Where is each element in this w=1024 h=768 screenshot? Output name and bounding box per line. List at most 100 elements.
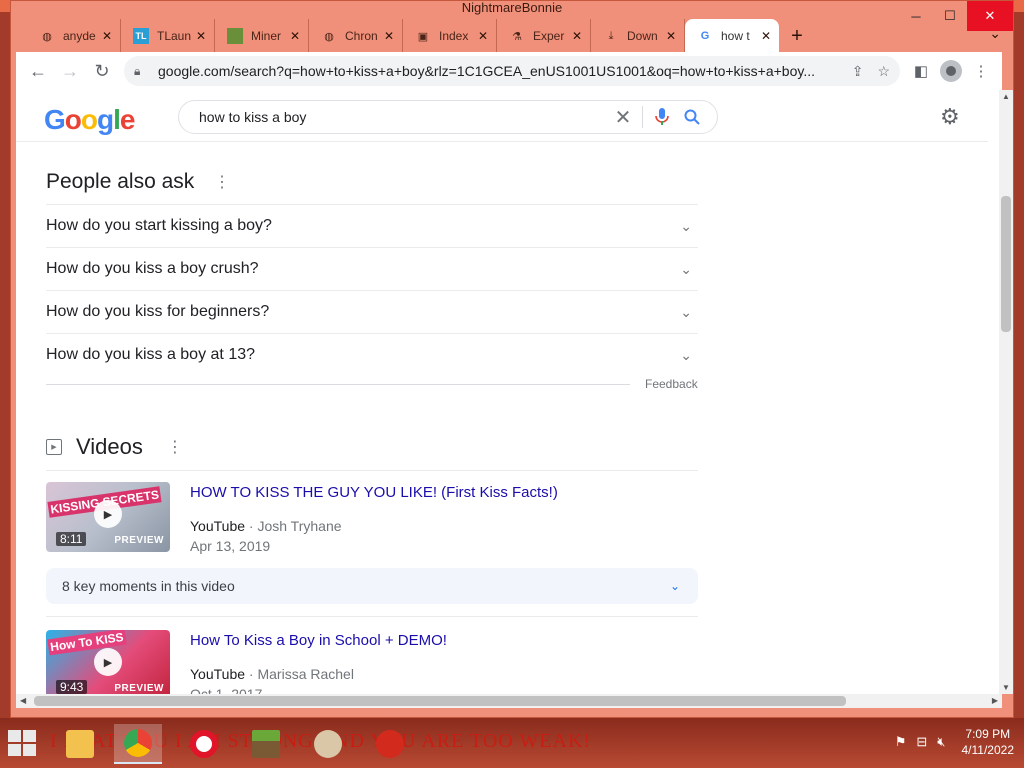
people-also-ask-list: How do you start kissing a boy? ⌄ How do… (46, 204, 698, 376)
minecraft-icon[interactable] (242, 724, 290, 764)
video-channel: Marissa Rachel (257, 666, 354, 682)
horizontal-scrollbar[interactable]: ◀ ▶ (16, 694, 1002, 708)
video-title-link[interactable]: How To Kiss a Boy in School + DEMO! (190, 632, 447, 649)
scroll-down-icon[interactable]: ▼ (999, 683, 1013, 692)
index-icon: ▣ (417, 30, 429, 43)
microphone-icon[interactable] (647, 108, 677, 126)
video-thumbnail[interactable]: How To KISS ▶ 9:43 PREVIEW (46, 630, 170, 694)
chrome-icon[interactable] (114, 724, 162, 764)
paa-question-text: How do you kiss for beginners? (46, 303, 270, 320)
volume-muted-icon[interactable]: 🔇︎ (937, 734, 945, 750)
key-moments-expander[interactable]: 8 key moments in this video ⌄ (46, 568, 698, 604)
video-date: Oct 1, 2017 (190, 686, 263, 694)
search-box[interactable]: how to kiss a boy ✕ (178, 100, 718, 134)
chevron-down-icon: ⌄ (669, 579, 680, 593)
flag-icon[interactable]: ⚑ (895, 734, 907, 750)
clock-date: 4/11/2022 (961, 743, 1015, 757)
address-bar[interactable]: 🔒︎ google.com/search?q=how+to+kiss+a+boy… (124, 56, 900, 86)
settings-gear-icon[interactable]: ⚙ (940, 104, 960, 130)
video-source: YouTube · Marissa Rachel (190, 666, 354, 682)
new-tab-button[interactable]: + (779, 19, 815, 53)
tab-google-search[interactable]: G how t ✕ (685, 19, 779, 53)
reload-button[interactable]: ↻ (86, 55, 118, 87)
tab-downloads[interactable]: ⤓ Down ✕ (591, 19, 685, 53)
close-tab-icon[interactable]: ✕ (196, 29, 206, 43)
paa-question[interactable]: How do you kiss for beginners? ⌄ (46, 290, 698, 333)
share-icon[interactable]: ⇪ (852, 63, 864, 80)
network-icon[interactable]: ⊟ (916, 734, 927, 750)
avatar (940, 60, 962, 82)
forward-button[interactable]: → (54, 55, 86, 87)
search-input[interactable]: how to kiss a boy (199, 109, 608, 125)
scroll-left-icon[interactable]: ◀ (20, 694, 26, 708)
paa-question-text: How do you kiss a boy crush? (46, 260, 259, 277)
scroll-thumb[interactable] (34, 696, 846, 706)
tab-label: Down (627, 29, 658, 43)
opera-icon[interactable] (180, 724, 228, 764)
back-button[interactable]: ← (22, 55, 54, 87)
tab-anydesk[interactable]: ◍ anyde ✕ (27, 19, 121, 53)
close-tab-icon[interactable]: ✕ (572, 29, 582, 43)
divider (46, 616, 698, 617)
paa-question[interactable]: How do you kiss a boy crush? ⌄ (46, 247, 698, 290)
close-tab-icon[interactable]: ✕ (666, 29, 676, 43)
tab-strip: ◍ anyde ✕ TL TLaun ✕ Miner ✕ ◍ Chron ✕ ▣… (27, 19, 963, 53)
chevron-down-icon: ⌄ (680, 346, 692, 363)
close-tab-icon[interactable]: ✕ (761, 29, 771, 43)
windows-start-button[interactable] (8, 730, 36, 756)
clock[interactable]: 7:09 PM 4/11/2022 (962, 726, 1015, 758)
google-logo[interactable]: Google (44, 104, 135, 136)
tab-label: how t (721, 29, 750, 43)
paa-question[interactable]: How do you kiss a boy at 13? ⌄ (46, 333, 698, 376)
tab-label: Index (439, 29, 469, 43)
close-tab-icon[interactable]: ✕ (478, 29, 488, 43)
page-content: Google how to kiss a boy ✕ ⚙ People also… (16, 90, 1002, 694)
video-date: Apr 13, 2019 (190, 538, 271, 554)
clear-search-icon[interactable]: ✕ (608, 105, 638, 130)
tab-label: Chron (345, 29, 378, 43)
more-options-icon[interactable]: ⋮ (214, 172, 230, 192)
video-platform: YouTube (190, 518, 246, 534)
flash-app-icon[interactable] (366, 724, 414, 764)
video-title-link[interactable]: HOW TO KISS THE GUY YOU LIKE! (First Kis… (190, 484, 558, 501)
profile-button[interactable] (936, 55, 966, 87)
chevron-down-icon: ⌄ (680, 217, 692, 234)
tab-experiments[interactable]: ⚗ Exper ✕ (497, 19, 591, 53)
tab-label: Exper (533, 29, 565, 43)
tab-minecraft[interactable]: Miner ✕ (215, 19, 309, 53)
tab-tlauncher[interactable]: TL TLaun ✕ (121, 19, 215, 53)
feedback-link[interactable]: Feedback (645, 377, 698, 391)
close-tab-icon[interactable]: ✕ (102, 29, 112, 43)
play-icon: ▶ (94, 500, 122, 528)
scroll-thumb[interactable] (1001, 196, 1011, 332)
close-tab-icon[interactable]: ✕ (290, 29, 300, 43)
bookmark-star-icon[interactable]: ☆ (877, 63, 890, 80)
close-tab-icon[interactable]: ✕ (384, 29, 394, 43)
browser-toolbar: ← → ↻ 🔒︎ google.com/search?q=how+to+kiss… (16, 52, 1002, 90)
browser-menu-icon[interactable]: ⋮ (966, 55, 996, 87)
tab-chron[interactable]: ◍ Chron ✕ (309, 19, 403, 53)
vertical-scrollbar[interactable]: ▲ ▼ (999, 90, 1013, 694)
more-options-icon[interactable]: ⋮ (167, 437, 183, 457)
scroll-up-icon[interactable]: ▲ (999, 92, 1013, 101)
video-platform: YouTube (190, 666, 246, 682)
search-icon[interactable] (677, 109, 707, 125)
paa-question[interactable]: How do you start kissing a boy? ⌄ (46, 204, 698, 247)
people-also-ask-title: People also ask (46, 170, 195, 193)
side-panel-icon[interactable]: ◧ (906, 55, 936, 87)
video-channel: Josh Tryhane (257, 518, 342, 534)
paint-icon[interactable] (304, 724, 352, 764)
file-explorer-icon[interactable] (56, 724, 104, 764)
search-divider (642, 106, 643, 128)
system-tray: ⚑ ⊟ 🔇︎ 7:09 PM 4/11/2022 (895, 726, 1014, 758)
url-text[interactable]: google.com/search?q=how+to+kiss+a+boy&rl… (158, 63, 838, 79)
chevron-down-icon: ⌄ (680, 303, 692, 320)
google-icon: G (700, 30, 710, 42)
video-thumbnail[interactable]: KISSING SECRETS ▶ 8:11 PREVIEW (46, 482, 170, 552)
tab-index[interactable]: ▣ Index ✕ (403, 19, 497, 53)
divider (46, 470, 698, 471)
scroll-right-icon[interactable]: ▶ (992, 694, 998, 708)
tab-search-chevron-icon[interactable]: ⌄ (989, 25, 1001, 42)
clock-time: 7:09 PM (965, 727, 1011, 741)
tlauncher-icon: TL (133, 28, 149, 44)
